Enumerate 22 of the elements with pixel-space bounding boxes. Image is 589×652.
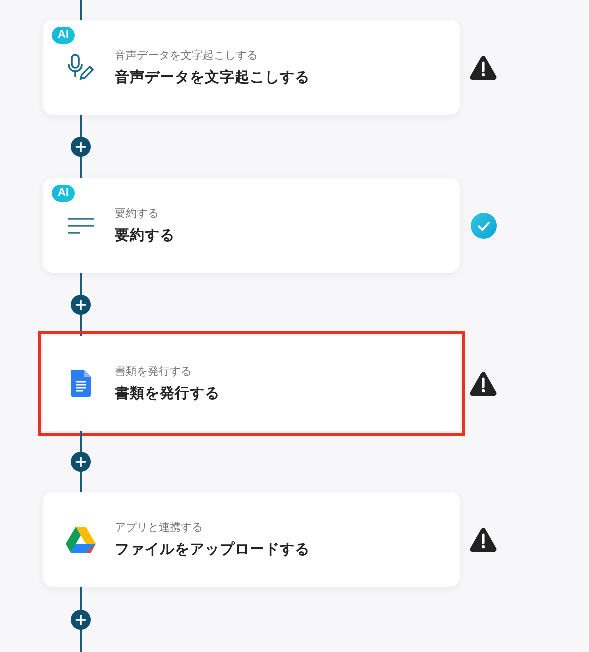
document-icon — [71, 370, 91, 397]
ai-badge: AI — [52, 27, 75, 44]
step-title: 音声データを文字起こしする — [115, 68, 310, 87]
add-step-button[interactable]: + — [71, 136, 91, 156]
step-subtitle: アプリと連携する — [115, 520, 204, 535]
step-title: 書類を発行する — [115, 384, 220, 403]
add-step-button[interactable]: + — [71, 610, 91, 630]
triangle-logo-icon — [66, 526, 96, 552]
add-step-button[interactable]: + — [71, 452, 91, 472]
text-lines-icon — [67, 216, 95, 236]
ai-badge: AI — [52, 185, 75, 202]
step-card[interactable]: AI 音声データを文字起こしする 音声データを文字起こしする — [43, 20, 460, 115]
step-title: 要約する — [115, 227, 175, 245]
microphone-pen-icon — [66, 52, 96, 82]
step-subtitle: 書類を発行する — [115, 364, 193, 379]
step-card[interactable]: 書類を発行する 書類を発行する — [43, 336, 460, 431]
step-card[interactable]: AI 要約する 要約する — [43, 178, 460, 273]
step-subtitle: 要約する — [115, 206, 160, 221]
step-card[interactable]: アプリと連携する ファイルをアップロードする — [43, 492, 460, 587]
step-title: ファイルをアップロードする — [115, 540, 310, 559]
add-step-button[interactable]: + — [71, 294, 91, 314]
step-subtitle: 音声データを文字起こしする — [115, 48, 259, 63]
